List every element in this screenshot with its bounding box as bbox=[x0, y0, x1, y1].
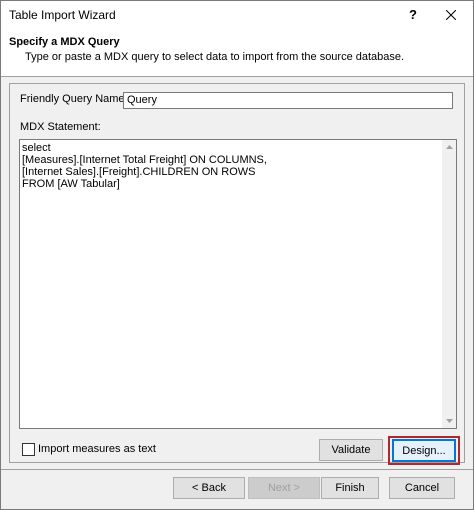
finish-button[interactable]: Finish bbox=[321, 477, 379, 499]
mdx-statement-text[interactable]: select [Measures].[Internet Total Freigh… bbox=[22, 142, 442, 426]
help-button[interactable]: ? bbox=[397, 1, 429, 29]
mdx-statement-label: MDX Statement: bbox=[20, 121, 101, 133]
close-button[interactable] bbox=[429, 1, 473, 29]
scroll-down-button[interactable] bbox=[442, 414, 456, 428]
vertical-scrollbar[interactable] bbox=[442, 140, 456, 428]
footer-divider bbox=[1, 469, 473, 470]
scroll-up-icon bbox=[445, 145, 453, 149]
import-measures-as-text-checkbox[interactable] bbox=[22, 443, 35, 456]
next-button: Next > bbox=[248, 477, 320, 499]
title-bar: Table Import Wizard ? bbox=[1, 1, 473, 29]
friendly-query-name-label: Friendly Query Name: bbox=[20, 93, 128, 105]
back-button[interactable]: < Back bbox=[173, 477, 245, 499]
close-icon bbox=[445, 9, 457, 21]
cancel-button[interactable]: Cancel bbox=[389, 477, 455, 499]
table-import-wizard-window: Table Import Wizard ? Specify a MDX Quer… bbox=[0, 0, 474, 510]
step-title: Specify a MDX Query bbox=[9, 36, 120, 48]
friendly-query-name-input[interactable]: Query bbox=[123, 92, 453, 109]
validate-button[interactable]: Validate bbox=[319, 439, 383, 461]
design-button[interactable]: Design... bbox=[392, 439, 456, 462]
design-button-highlight: Design... bbox=[388, 436, 460, 465]
import-measures-as-text-label[interactable]: Import measures as text bbox=[38, 443, 156, 455]
wizard-header: Specify a MDX Query Type or paste a MDX … bbox=[1, 29, 473, 77]
mdx-statement-textarea[interactable]: select [Measures].[Internet Total Freigh… bbox=[19, 139, 457, 429]
window-title: Table Import Wizard bbox=[9, 8, 116, 22]
scroll-down-icon bbox=[445, 419, 453, 423]
scroll-up-button[interactable] bbox=[442, 140, 456, 154]
step-description: Type or paste a MDX query to select data… bbox=[25, 51, 405, 63]
